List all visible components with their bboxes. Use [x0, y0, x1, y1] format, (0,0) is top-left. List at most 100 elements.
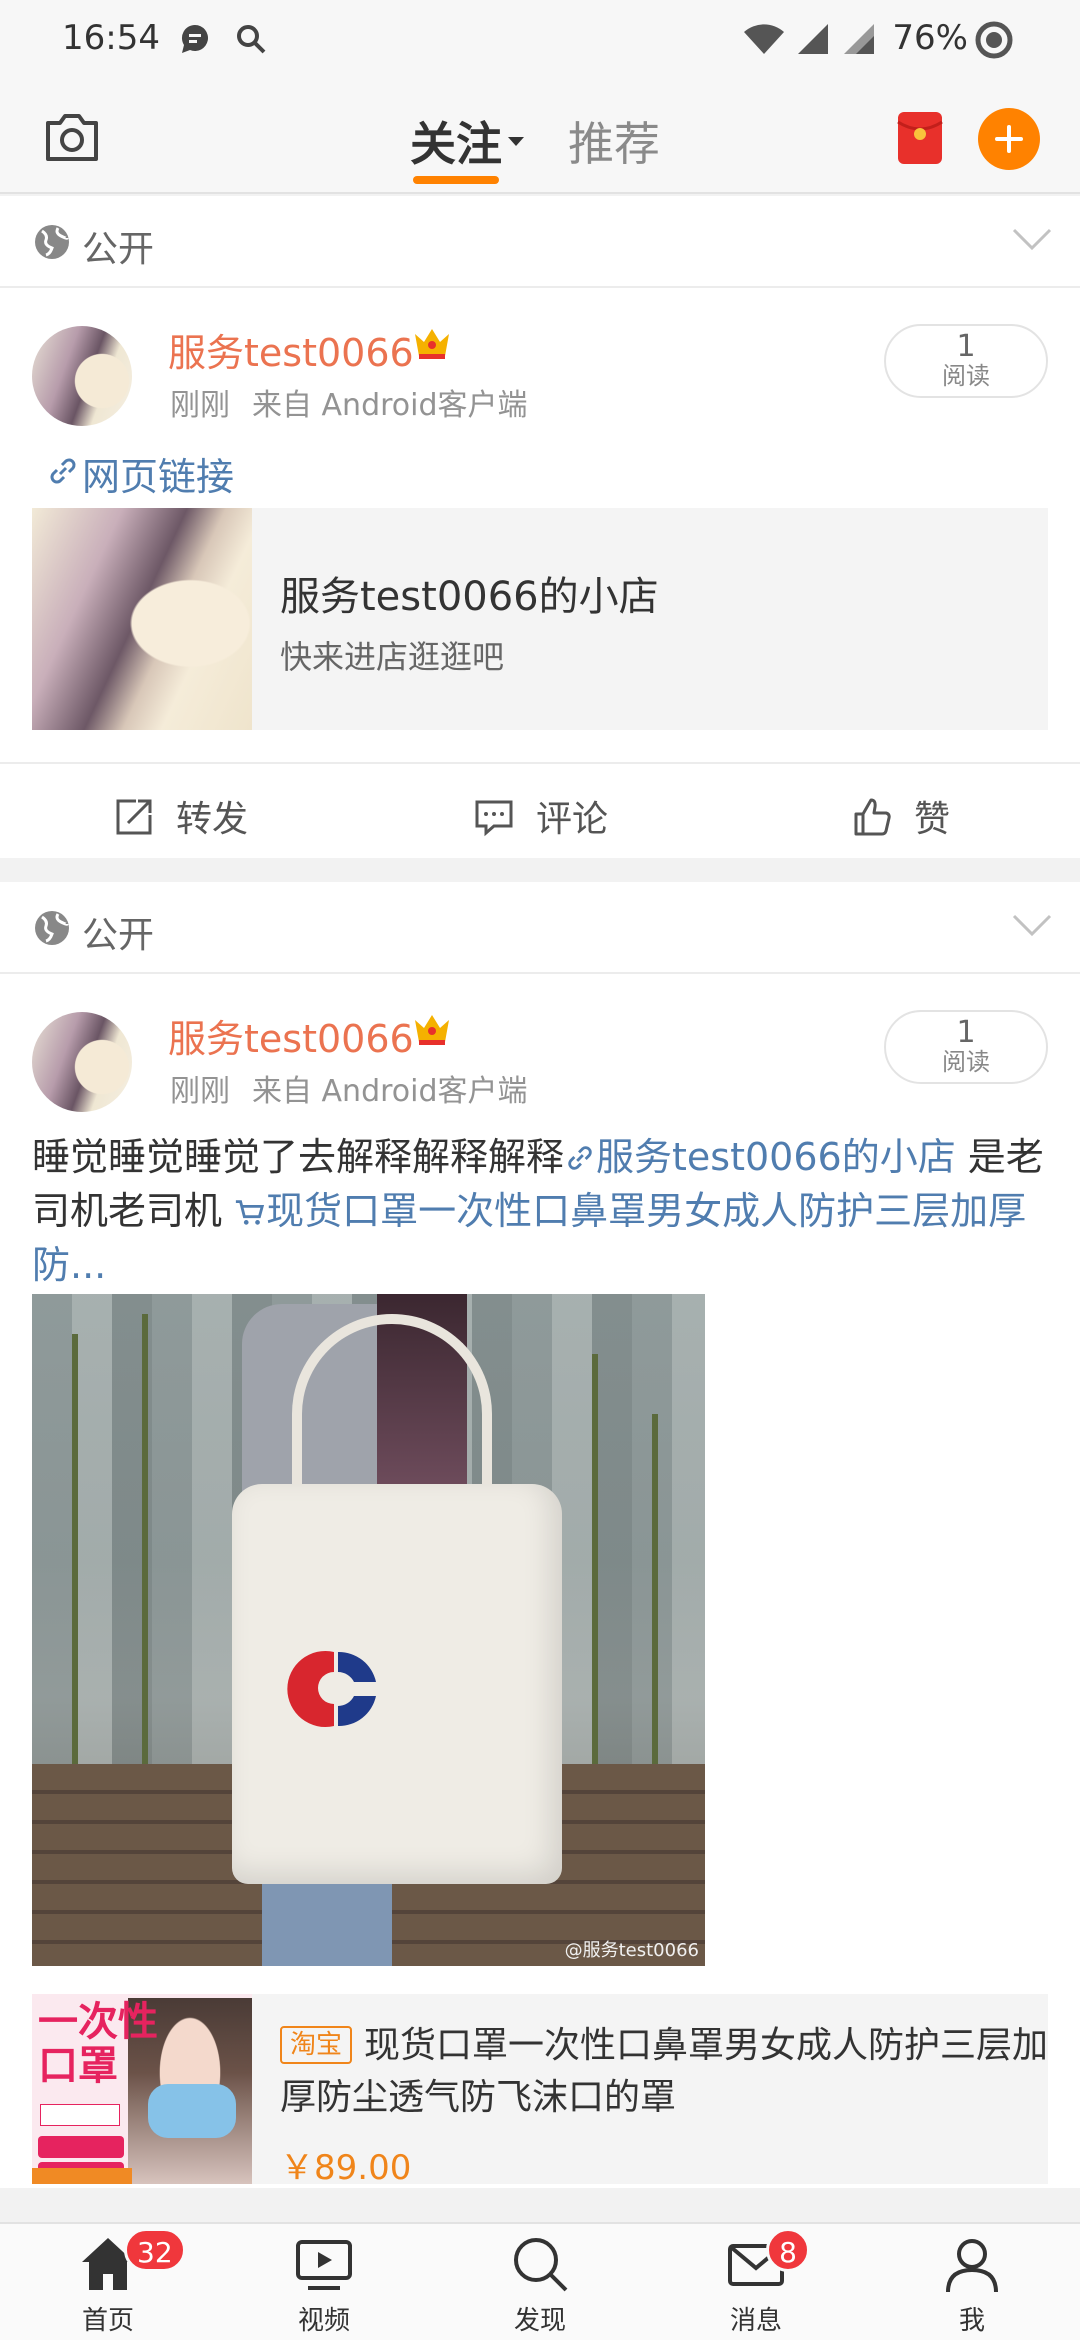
product-thumbnail: 一次性口罩	[32, 1994, 252, 2184]
thumbs-up-icon	[854, 798, 891, 836]
signal-icon	[798, 24, 828, 54]
battery-icon	[975, 21, 1013, 59]
repost-label: 转发	[176, 799, 249, 840]
read-count-pill[interactable]: 1 阅读	[884, 324, 1048, 398]
post-meta: 刚刚 来自 Android客户端	[170, 380, 528, 424]
globe-icon	[35, 225, 69, 259]
read-count: 1	[956, 329, 976, 364]
shop-link-card[interactable]: 服务test0066的小店 快来进店逛逛吧	[32, 508, 1048, 730]
product-card[interactable]: 一次性口罩 淘宝 现货口罩一次性口鼻罩男女成人防护三层加厚防尘透气防飞沫口的罩 …	[32, 1994, 1049, 2188]
author-name[interactable]: 服务test0066	[168, 1008, 414, 1063]
shop-title: 服务test0066的小店	[280, 574, 659, 620]
post-meta: 刚刚 来自 Android客户端	[170, 1066, 528, 1110]
post-source: 来自 Android客户端	[252, 388, 528, 423]
product-title: 现货口罩一次性口鼻罩男女成人防护三层加厚防尘透气防飞沫口的罩	[280, 2025, 1049, 2118]
globe-icon	[35, 911, 69, 945]
comment-icon	[475, 800, 513, 837]
post-actions: 转发 评论 赞	[0, 762, 1080, 858]
compose-button[interactable]	[978, 108, 1040, 170]
message-icon	[181, 24, 208, 53]
read-count-pill[interactable]: 1 阅读	[884, 1010, 1048, 1084]
author-row: 服务test0066 刚刚 来自 Android客户端 1 阅读	[0, 288, 1080, 438]
author-name[interactable]: 服务test0066	[168, 322, 414, 377]
repost-button[interactable]: 转发	[114, 790, 248, 842]
red-packet-icon[interactable]	[896, 110, 944, 166]
author-row: 服务test0066 刚刚 来自 Android客户端 1 阅读	[0, 974, 1080, 1124]
comment-label: 评论	[536, 799, 609, 840]
shop-inline-link[interactable]: 服务test0066的小店	[564, 1135, 956, 1179]
image-bamboo	[592, 1354, 598, 1814]
chevron-down-icon[interactable]	[1012, 912, 1052, 938]
nav-video[interactable]: 视频	[264, 2234, 384, 2337]
thumb-red-label	[38, 2136, 124, 2158]
signal-icon-2	[844, 24, 874, 54]
post-text: 睡觉睡觉睡觉了去解释解释解释 服务test0066的小店 是老司机老司机 现货口罩…	[0, 1124, 1080, 1294]
like-label: 赞	[914, 799, 951, 840]
link-icon	[568, 1146, 592, 1170]
image-bamboo	[142, 1314, 148, 1814]
nav-me-label: 我	[958, 2306, 985, 2336]
feed: 公开 服务test0066 刚刚 来自 Android客户端 1 阅读 网页链接 …	[0, 196, 1080, 2188]
champion-logo-icon	[287, 1651, 376, 1727]
user-icon	[946, 2239, 998, 2293]
camera-icon[interactable]	[40, 105, 104, 169]
shop-thumbnail	[32, 508, 252, 730]
nav-home[interactable]: 首页 32	[48, 2228, 186, 2337]
nav-discover-label: 发现	[513, 2306, 566, 2336]
thumb-price-badge	[32, 2168, 132, 2184]
status-time: 16:54	[62, 18, 160, 58]
tab-follow-label: 关注	[410, 117, 502, 171]
tab-follow[interactable]: 关注	[410, 108, 524, 174]
nav-discover[interactable]: 发现	[480, 2234, 600, 2337]
nav-messages[interactable]: 消息 8	[696, 2228, 816, 2337]
visibility-label: 公开	[82, 915, 155, 956]
search-icon	[514, 2238, 568, 2292]
thumb-tag	[40, 2104, 120, 2126]
post-card: 公开 服务test0066 刚刚 来自 Android客户端 1 阅读 睡觉睡觉睡…	[0, 882, 1080, 2188]
post-time: 刚刚	[170, 388, 230, 423]
post-text-part: 睡觉睡觉睡觉了去解释解释解释	[32, 1135, 565, 1179]
web-link-text: 网页链接	[82, 455, 235, 499]
messages-badge: 8	[766, 2228, 810, 2272]
avatar[interactable]	[32, 326, 132, 426]
post-image[interactable]: @服务test0066	[32, 1294, 705, 1966]
tab-recommend[interactable]: 推荐	[568, 108, 660, 174]
search-icon	[237, 25, 266, 54]
thumb-mask	[148, 2084, 236, 2138]
chevron-down-icon[interactable]	[1012, 226, 1052, 252]
read-label: 阅读	[942, 362, 990, 390]
vip-crown-icon	[415, 329, 449, 359]
bottom-nav: 首页 32 视频 发现 消息 8 我	[0, 2222, 1080, 2340]
nav-messages-label: 消息	[729, 2306, 782, 2336]
post-time: 刚刚	[170, 1074, 230, 1109]
image-watermark: @服务test0066	[564, 1940, 699, 1961]
battery-percent: 76%	[892, 18, 968, 58]
web-link[interactable]: 网页链接	[0, 438, 1080, 508]
caret-down-icon	[508, 137, 524, 146]
product-price: ￥89.00	[280, 2148, 412, 2188]
visibility-label: 公开	[82, 229, 155, 270]
visibility-header[interactable]: 公开	[0, 882, 1080, 974]
visibility-header[interactable]: 公开	[0, 196, 1080, 288]
avatar[interactable]	[32, 1012, 132, 1112]
vip-crown-icon	[415, 1015, 449, 1045]
wifi-icon	[744, 24, 784, 54]
image-bamboo	[72, 1334, 78, 1814]
video-icon	[296, 2240, 352, 2290]
post-card: 公开 服务test0066 刚刚 来自 Android客户端 1 阅读 网页链接 …	[0, 196, 1080, 858]
nav-me[interactable]: 我	[912, 2234, 1032, 2337]
read-label: 阅读	[942, 1048, 990, 1076]
shop-subtitle: 快来进店逛逛吧	[280, 638, 505, 676]
shop-inline-link-text: 服务test0066的小店	[596, 1135, 956, 1179]
home-badge: 32	[124, 2228, 186, 2272]
nav-video-label: 视频	[297, 2306, 350, 2336]
read-count: 1	[956, 1015, 976, 1050]
nav-home-label: 首页	[81, 2306, 134, 2336]
like-button[interactable]: 赞	[852, 790, 950, 842]
thumb-title: 一次性口罩	[38, 1999, 158, 2089]
link-icon	[50, 458, 76, 484]
post-source: 来自 Android客户端	[252, 1074, 528, 1109]
card-gap	[0, 858, 1080, 882]
status-bar: 16:54 76%	[0, 0, 1080, 80]
comment-button[interactable]: 评论	[474, 790, 608, 842]
